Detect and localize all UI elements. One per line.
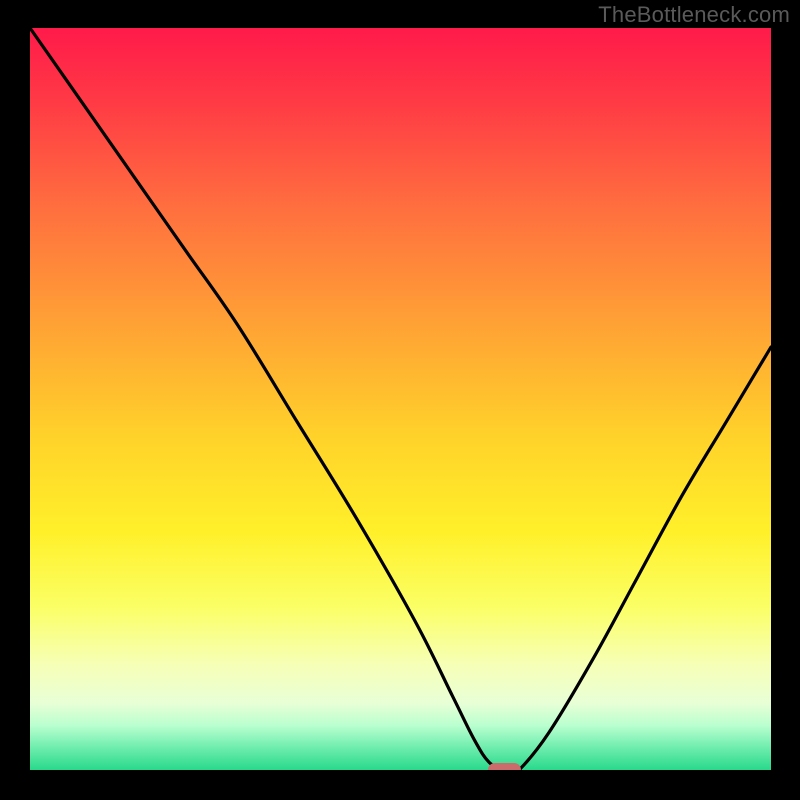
chart-frame: TheBottleneck.com [0,0,800,800]
watermark-text: TheBottleneck.com [598,2,790,28]
bottleneck-curve [30,28,771,770]
optimal-marker [488,763,521,770]
plot-area [30,28,771,770]
